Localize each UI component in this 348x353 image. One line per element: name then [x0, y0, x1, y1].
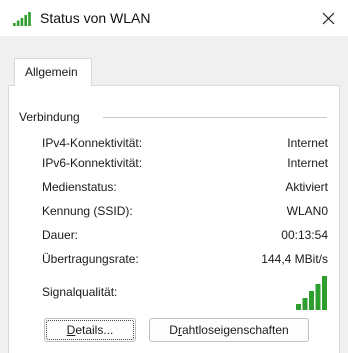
tab-label: Allgemein — [25, 65, 78, 79]
duration-label: Dauer: — [42, 228, 79, 242]
details-button[interactable]: Details... — [44, 318, 136, 342]
media-status-label: Medienstatus: — [42, 180, 117, 194]
window-title: Status von WLAN — [40, 10, 151, 26]
ipv6-label: IPv6-Konnektivität: — [42, 156, 143, 170]
ssid-value: WLAN0 — [286, 204, 328, 218]
tab-allgemein[interactable]: Allgemein — [14, 58, 92, 86]
wireless-properties-label: Drahtloseigenschaften — [169, 323, 289, 337]
signal-strength-icon — [296, 276, 327, 310]
title-bar[interactable]: Status von WLAN — [0, 0, 348, 36]
close-button[interactable] — [308, 0, 348, 36]
transfer-rate-label: Übertragungsrate: — [42, 252, 139, 266]
transfer-rate-value: 144,4 MBit/s — [261, 252, 328, 266]
group-divider — [103, 117, 327, 118]
close-icon — [322, 12, 334, 24]
ipv6-value: Internet — [287, 156, 328, 170]
duration-value: 00:13:54 — [281, 228, 328, 242]
group-label-connection: Verbindung — [19, 110, 80, 124]
ipv4-label: IPv4-Konnektivität: — [42, 136, 143, 150]
ipv4-value: Internet — [287, 136, 328, 150]
tab-panel — [8, 85, 340, 353]
media-status-value: Aktiviert — [285, 180, 328, 194]
wireless-properties-button[interactable]: Drahtloseigenschaften — [149, 318, 309, 342]
focus-rectangle — [46, 320, 134, 340]
wifi-signal-icon — [13, 12, 31, 26]
ssid-label: Kennung (SSID): — [42, 204, 133, 218]
wlan-status-dialog: Status von WLAN Allgemein Verbindung IPv… — [0, 0, 348, 353]
signal-quality-label: Signalqualität: — [42, 285, 118, 299]
